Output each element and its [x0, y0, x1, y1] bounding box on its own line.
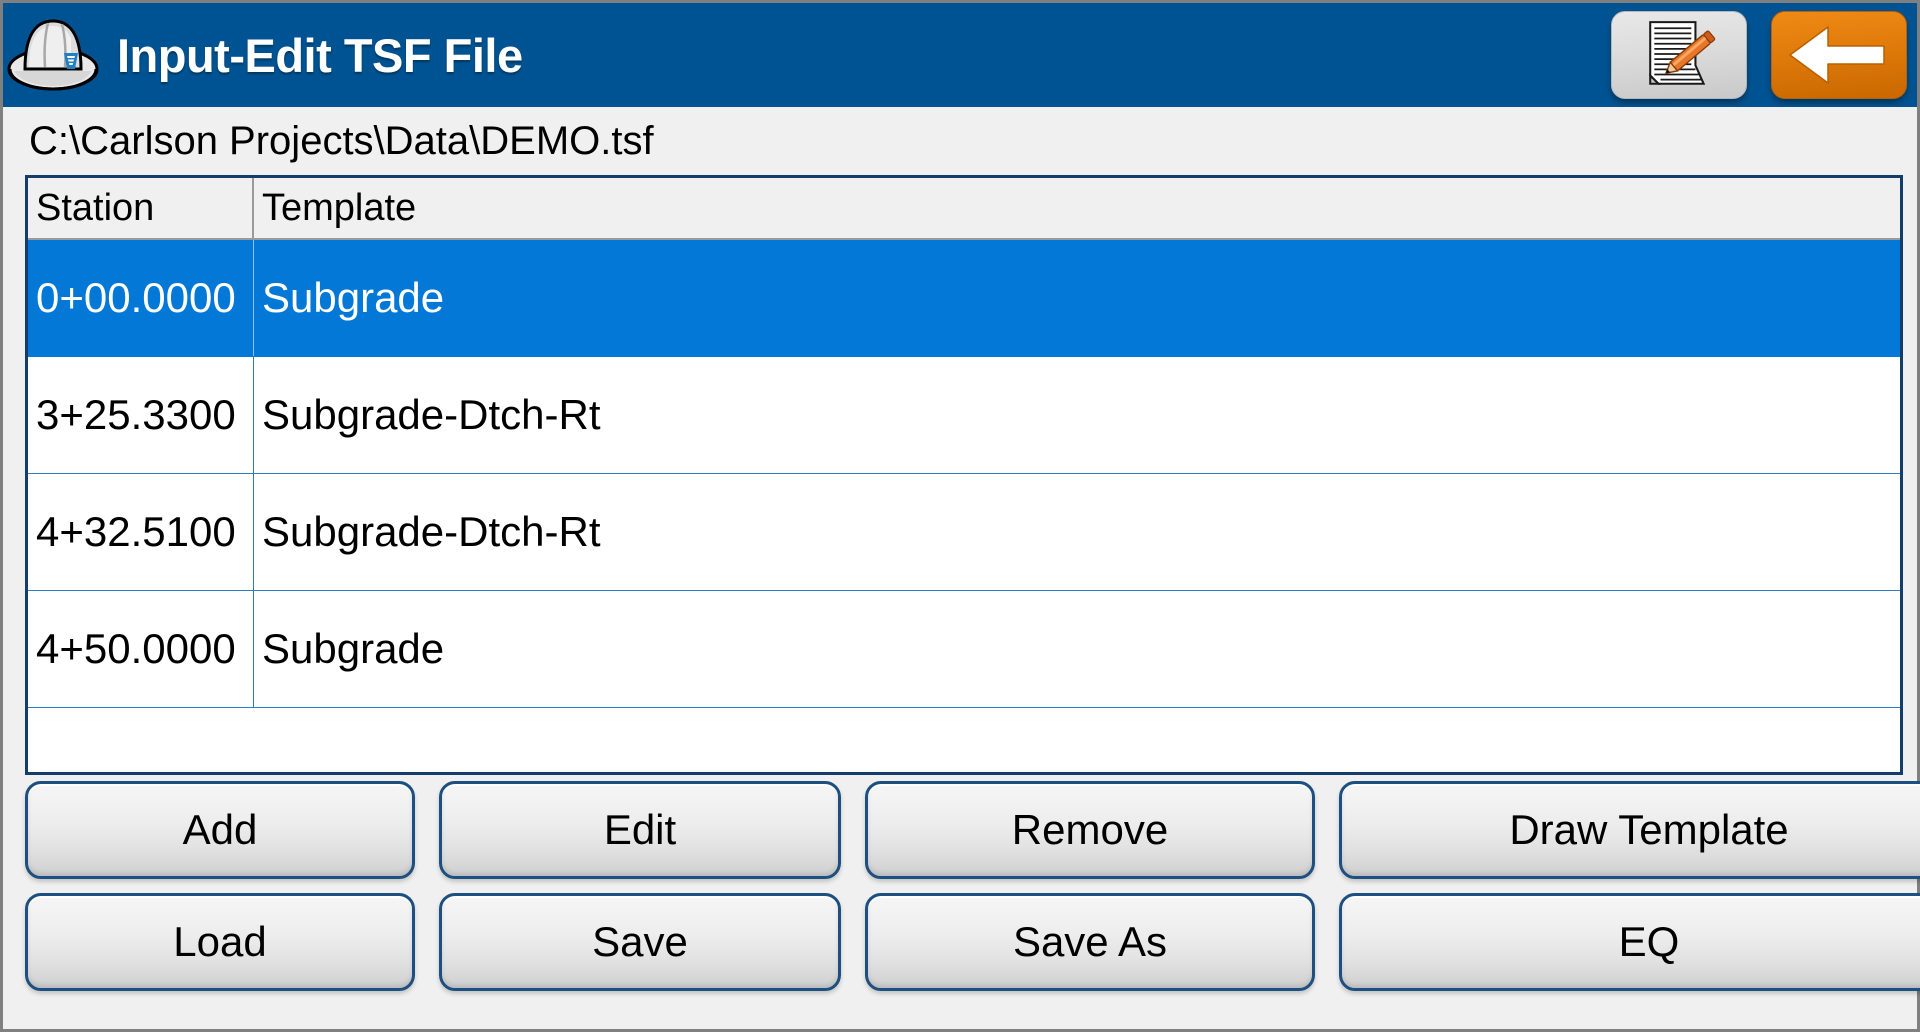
eq-button[interactable]: EQ — [1339, 893, 1920, 991]
draw-template-button-label: Draw Template — [1509, 806, 1789, 853]
cell-station: 4+50.0000 — [28, 591, 254, 707]
cell-template: Subgrade — [262, 274, 445, 321]
column-header-template: Template — [262, 186, 417, 229]
table-row[interactable]: 4+50.0000 Subgrade — [28, 591, 1900, 708]
load-button-label: Load — [173, 918, 267, 965]
application-window: Input-Edit TSF File C:\Carlson Projects\… — [0, 0, 1920, 1032]
cell-station: 3+25.3300 — [28, 357, 254, 473]
cell-template: Subgrade-Dtch-Rt — [262, 508, 601, 555]
remove-button[interactable]: Remove — [865, 781, 1315, 879]
cell-template: Subgrade-Dtch-Rt — [262, 391, 601, 438]
save-as-button[interactable]: Save As — [865, 893, 1315, 991]
edit-button-label: Edit — [603, 806, 677, 853]
table-row[interactable]: 4+32.5100 Subgrade-Dtch-Rt — [28, 474, 1900, 591]
cell-template: Subgrade — [262, 625, 445, 672]
table-header-row: Station Template — [28, 178, 1900, 240]
save-as-button-label: Save As — [1012, 918, 1168, 965]
document-pencil-icon — [1627, 18, 1731, 92]
table-row[interactable]: 3+25.3300 Subgrade-Dtch-Rt — [28, 357, 1900, 474]
cell-station: 4+32.5100 — [28, 474, 254, 590]
file-path-bar: C:\Carlson Projects\Data\DEMO.tsf — [3, 107, 1917, 175]
hard-hat-icon — [5, 7, 101, 103]
load-button[interactable]: Load — [25, 893, 415, 991]
column-header-station: Station — [28, 178, 254, 238]
back-arrow-icon — [1784, 21, 1894, 89]
action-button-grid: Add Edit Remove Draw Template Load Save … — [25, 781, 1920, 991]
station-template-table[interactable]: Station Template 0+00.0000 Subgrade 3+25… — [25, 175, 1903, 775]
draw-template-button[interactable]: Draw Template — [1339, 781, 1920, 879]
title-bar-actions — [1611, 11, 1907, 99]
page-title: Input-Edit TSF File — [117, 28, 523, 82]
edit-button[interactable]: Edit — [439, 781, 841, 879]
back-button[interactable] — [1771, 11, 1907, 99]
edit-document-button[interactable] — [1611, 11, 1747, 99]
table-empty-row[interactable] — [28, 708, 1900, 772]
table-body: 0+00.0000 Subgrade 3+25.3300 Subgrade-Dt… — [28, 240, 1900, 772]
table-row[interactable]: 0+00.0000 Subgrade — [28, 240, 1900, 357]
save-button[interactable]: Save — [439, 893, 841, 991]
save-button-label: Save — [592, 918, 688, 965]
remove-button-label: Remove — [1011, 806, 1169, 853]
cell-station: 0+00.0000 — [28, 240, 254, 356]
add-button[interactable]: Add — [25, 781, 415, 879]
title-bar: Input-Edit TSF File — [3, 3, 1917, 107]
file-path-text: C:\Carlson Projects\Data\DEMO.tsf — [29, 118, 654, 163]
eq-button-label: EQ — [1618, 918, 1680, 965]
add-button-label: Add — [182, 806, 258, 853]
